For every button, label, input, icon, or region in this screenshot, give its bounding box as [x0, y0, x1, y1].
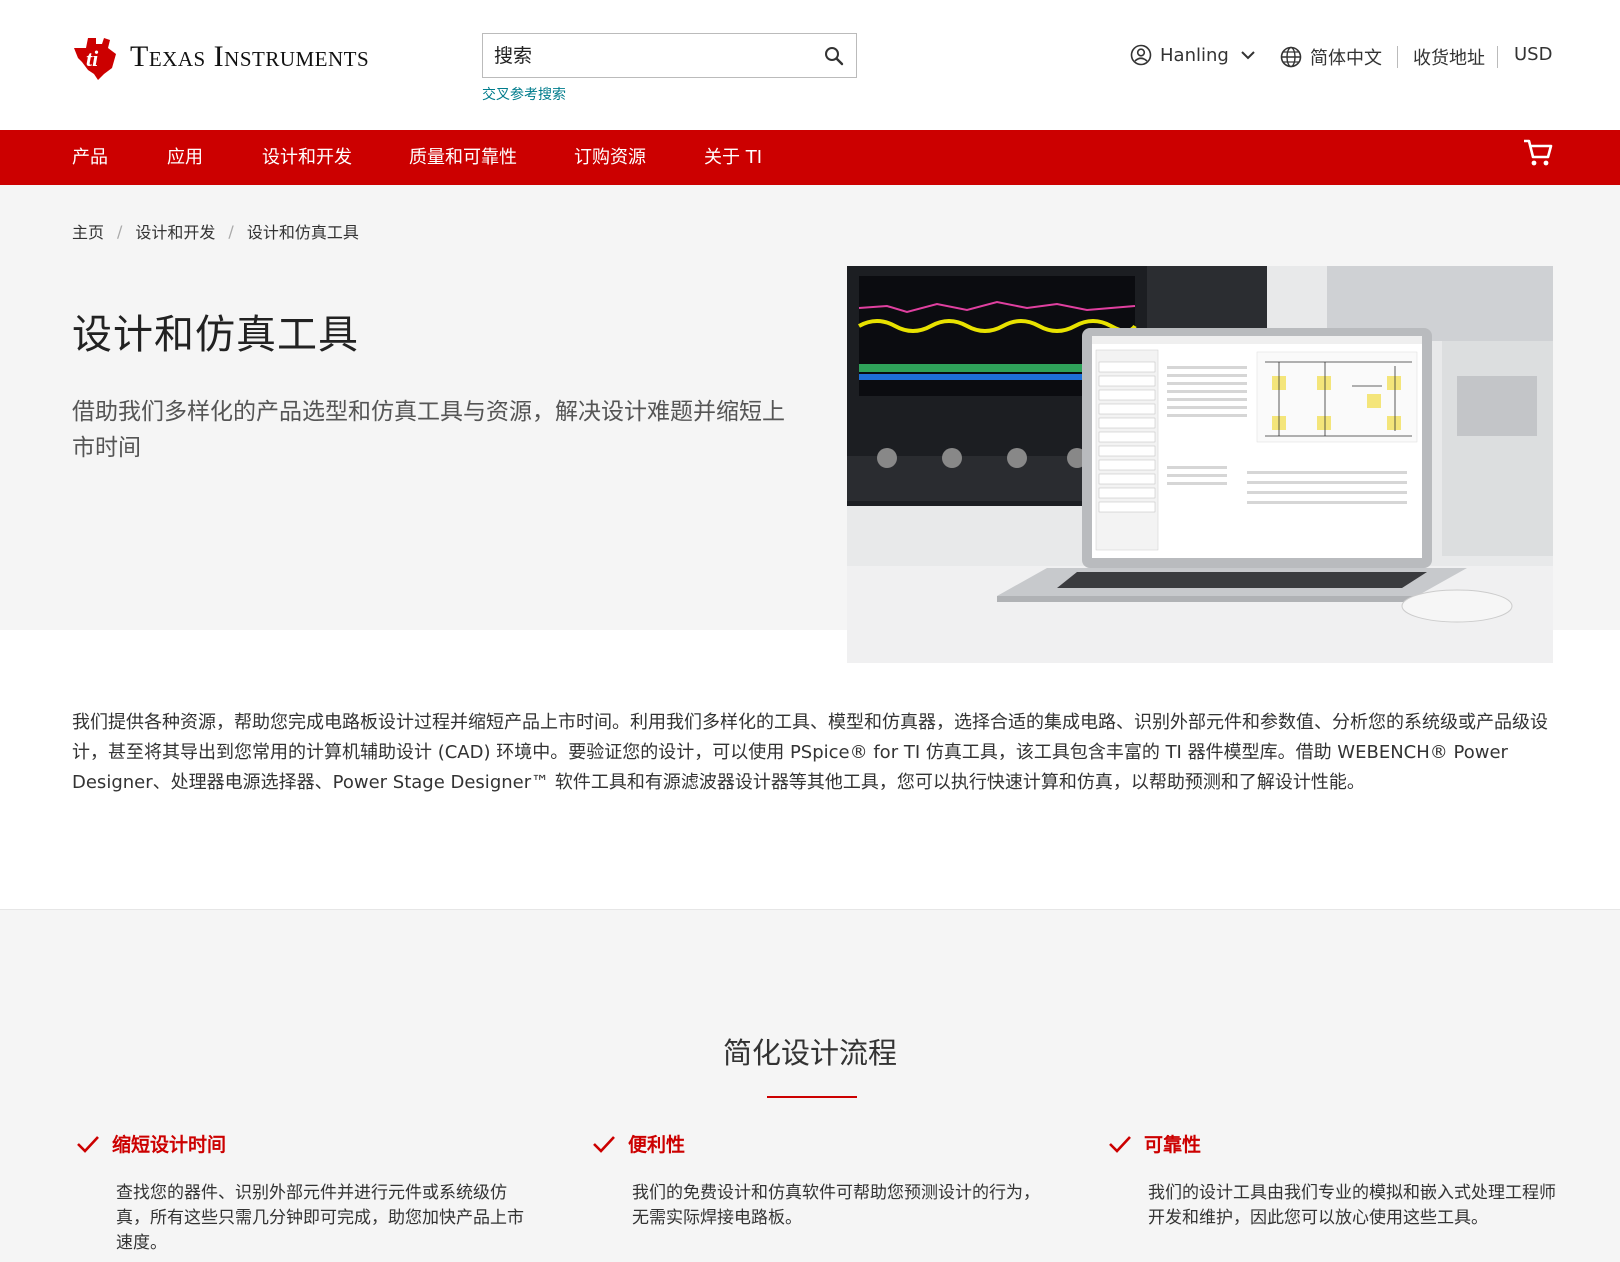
site-header: ti Texas Instruments 交叉参考搜索 Hanling 简体中文… — [0, 0, 1620, 130]
ti-logo-icon: ti — [74, 38, 116, 80]
divider — [1497, 46, 1498, 68]
language-selector[interactable]: 简体中文 — [1280, 44, 1382, 70]
shipping-label: 收货地址 — [1413, 48, 1485, 69]
currency-selector[interactable]: USD — [1514, 44, 1552, 65]
nav-item-quality-reliability[interactable]: 质量和可靠性 — [409, 130, 517, 185]
section-divider — [767, 1096, 857, 1098]
nav-item-applications[interactable]: 应用 — [167, 130, 203, 185]
main-nav: 产品 应用 设计和开发 质量和可靠性 订购资源 关于 TI — [0, 130, 1620, 185]
ti-logo[interactable]: ti Texas Instruments — [72, 34, 369, 80]
breadcrumb-home[interactable]: 主页 — [72, 219, 104, 243]
feature-description: 我们的免费设计和仿真软件可帮助您预测设计的行为，无需实际焊接电路板。 — [632, 1183, 1040, 1228]
globe-icon — [1280, 46, 1302, 68]
feature-head: 缩短设计时间 — [76, 1130, 496, 1157]
user-name: Hanling — [1160, 44, 1229, 66]
feature-item: 缩短设计时间 查找您的器件、识别外部元件并进行元件或系统级仿真，所有这些只需几分… — [76, 1130, 524, 1256]
feature-item: 便利性 我们的免费设计和仿真软件可帮助您预测设计的行为，无需实际焊接电路板。 — [592, 1130, 1040, 1231]
hero-subtitle: 借助我们多样化的产品选型和仿真工具与资源，解决设计难题并缩短上市时间 — [72, 399, 785, 461]
nav-item-products[interactable]: 产品 — [72, 130, 108, 185]
cross-reference-search-link[interactable]: 交叉参考搜索 — [482, 84, 566, 104]
chevron-down-icon — [1241, 51, 1255, 60]
brand-name: Texas Instruments — [130, 40, 370, 73]
feature-title: 可靠性 — [1144, 1134, 1202, 1156]
feature-head: 便利性 — [592, 1130, 1012, 1157]
search-icon[interactable] — [812, 34, 856, 78]
language-label: 简体中文 — [1310, 48, 1382, 69]
cart-icon[interactable] — [1522, 137, 1554, 169]
feature-head: 可靠性 — [1108, 1130, 1528, 1157]
check-icon — [77, 1135, 99, 1153]
intro-paragraph: 我们提供各种资源，帮助您完成电路板设计过程并缩短产品上市时间。利用我们多样化的工… — [72, 712, 1548, 793]
feature-description: 我们的设计工具由我们专业的模拟和嵌入式处理工程师开发和维护，因此您可以放心使用这… — [1148, 1183, 1556, 1228]
feature-item: 可靠性 我们的设计工具由我们专业的模拟和嵌入式处理工程师开发和维护，因此您可以放… — [1108, 1130, 1556, 1231]
check-icon — [593, 1135, 615, 1153]
hero-image — [847, 266, 1553, 663]
feature-title: 缩短设计时间 — [112, 1134, 227, 1156]
svg-text:ti: ti — [86, 46, 99, 71]
breadcrumb-separator: / — [117, 221, 123, 241]
nav-item-about-ti[interactable]: 关于 TI — [704, 130, 762, 185]
nav-item-design-development[interactable]: 设计和开发 — [262, 130, 352, 185]
section-title: 简化设计流程 — [722, 1036, 897, 1070]
currency-label: USD — [1514, 44, 1553, 65]
page-title: 设计和仿真工具 — [72, 312, 359, 358]
shipping-address-link[interactable]: 收货地址 — [1413, 44, 1485, 70]
feature-title: 便利性 — [628, 1134, 686, 1156]
search-box — [482, 33, 857, 78]
feature-description: 查找您的器件、识别外部元件并进行元件或系统级仿真，所有这些只需几分钟即可完成，助… — [116, 1183, 524, 1253]
divider — [1397, 46, 1398, 68]
search-input[interactable] — [483, 34, 812, 77]
user-icon — [1130, 44, 1152, 66]
user-menu[interactable]: Hanling — [1130, 44, 1255, 66]
check-icon — [1109, 1135, 1131, 1153]
breadcrumb-current: 设计和仿真工具 — [246, 223, 359, 242]
breadcrumb: 主页 / 设计和开发 / 设计和仿真工具 — [72, 219, 359, 243]
nav-item-ordering-resources[interactable]: 订购资源 — [574, 130, 646, 185]
breadcrumb-design-development[interactable]: 设计和开发 — [135, 219, 215, 243]
breadcrumb-separator: / — [228, 221, 234, 241]
